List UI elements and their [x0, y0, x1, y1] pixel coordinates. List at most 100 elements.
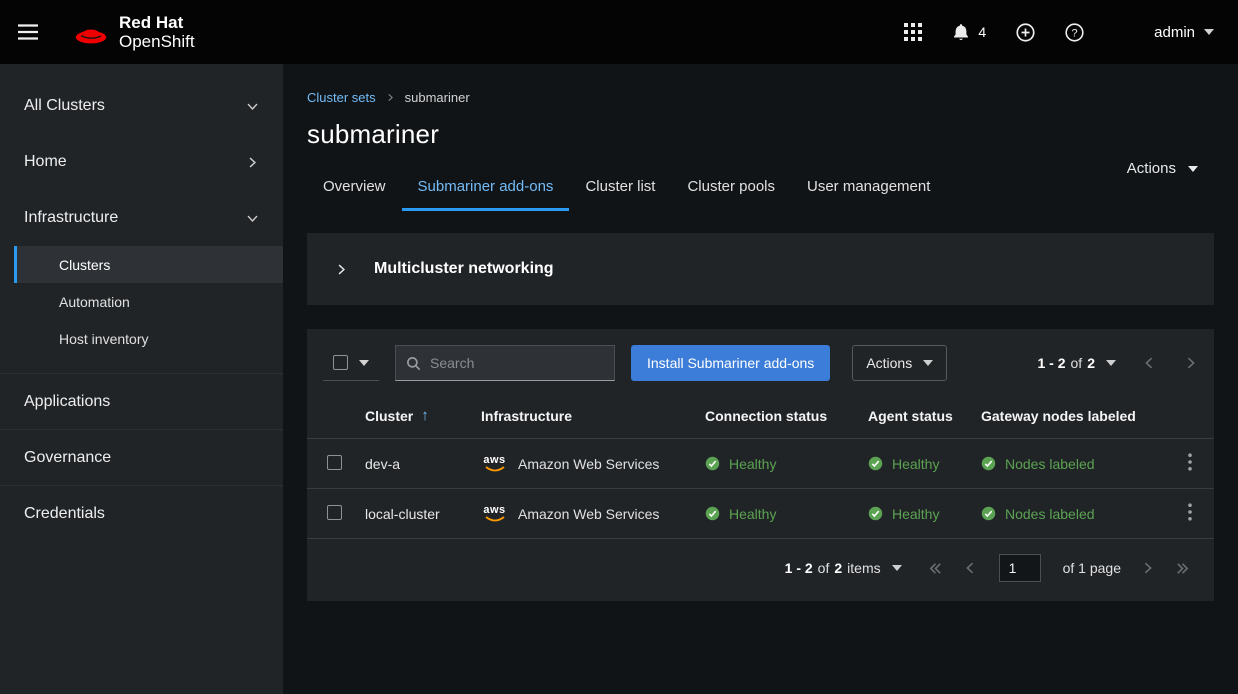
menu-icon	[18, 24, 38, 40]
breadcrumb-current: submariner	[405, 90, 470, 105]
chevron-left-icon	[963, 561, 977, 575]
cluster-context-selector[interactable]: All Clusters	[0, 78, 283, 134]
sidebar: All Clusters Home Infrastructure Cluster…	[0, 64, 283, 694]
toolbar-actions-dropdown[interactable]: Actions	[852, 345, 947, 381]
column-header-gateway-nodes[interactable]: Gateway nodes labeled	[969, 397, 1158, 439]
section-expand-toggle[interactable]	[335, 263, 348, 276]
bell-icon	[952, 23, 970, 41]
bulk-select-checkbox[interactable]	[333, 355, 348, 370]
chevron-right-icon	[246, 156, 259, 169]
chevron-down-icon	[246, 212, 259, 225]
cluster-name[interactable]: local-cluster	[365, 506, 440, 522]
next-page-button[interactable]	[1184, 356, 1198, 370]
success-check-icon	[981, 456, 996, 471]
sidebar-item-clusters[interactable]: Clusters	[14, 246, 283, 283]
breadcrumb-separator-icon	[386, 93, 395, 102]
column-header-cluster[interactable]: Cluster ↑	[353, 397, 469, 439]
multicluster-networking-section: Multicluster networking	[307, 233, 1214, 305]
row-checkbox[interactable]	[327, 455, 342, 470]
prev-page-button[interactable]	[963, 561, 977, 575]
help-button[interactable]: ?	[1065, 23, 1084, 42]
clusters-table: Cluster ↑ Infrastructure Connection stat…	[307, 397, 1214, 539]
caret-down-icon	[1188, 166, 1198, 172]
next-page-button[interactable]	[1141, 561, 1155, 575]
tab-user-management[interactable]: User management	[791, 168, 946, 211]
chevron-left-icon	[1142, 356, 1156, 370]
search-box	[395, 345, 615, 381]
bottom-pagination-menu-toggle[interactable]: 1 - 2 of 2 items	[785, 560, 902, 576]
brand-logo[interactable]: Red Hat OpenShift	[72, 13, 195, 51]
caret-down-icon	[892, 565, 902, 571]
sidebar-item-infrastructure[interactable]: Infrastructure	[0, 190, 283, 246]
first-page-button[interactable]	[928, 561, 943, 576]
tab-submariner-add-ons[interactable]: Submariner add-ons	[402, 168, 570, 211]
user-menu[interactable]: admin	[1154, 24, 1214, 41]
column-header-agent-status[interactable]: Agent status	[856, 397, 969, 439]
app-launcher-button[interactable]	[904, 23, 922, 41]
top-pagination-menu-toggle[interactable]: 1 - 2 of 2	[1038, 355, 1117, 371]
install-submariner-addons-button[interactable]: Install Submariner add-ons	[631, 345, 830, 381]
create-button[interactable]	[1016, 23, 1035, 42]
caret-down-icon	[1106, 360, 1116, 366]
prev-page-button[interactable]	[1142, 356, 1156, 370]
aws-smile-icon	[485, 516, 505, 523]
column-header-checkbox	[307, 397, 353, 439]
plus-circle-icon	[1016, 23, 1035, 42]
kebab-icon	[1188, 453, 1192, 471]
aws-smile-icon	[485, 466, 505, 473]
page-title: submariner	[307, 119, 1214, 150]
last-page-button[interactable]	[1175, 561, 1190, 576]
sidebar-item-applications[interactable]: Applications	[0, 373, 283, 429]
pagination-range: 1 - 2	[1038, 355, 1066, 371]
user-name: admin	[1154, 24, 1195, 41]
cluster-selector-label: All Clusters	[24, 97, 105, 115]
table-row: dev-a aws Amazon Web Services	[307, 439, 1214, 489]
page-count-label: of 1 page	[1063, 560, 1121, 576]
notifications-button[interactable]: 4	[952, 23, 986, 41]
table-toolbar: Install Submariner add-ons Actions 1 - 2…	[307, 329, 1214, 397]
page-actions-dropdown[interactable]: Actions	[1127, 160, 1198, 177]
row-checkbox[interactable]	[327, 505, 342, 520]
svg-text:?: ?	[1072, 27, 1078, 39]
sort-asc-icon: ↑	[421, 407, 429, 424]
gateway-nodes-status: Nodes labeled	[1005, 456, 1095, 472]
infrastructure-label: Amazon Web Services	[518, 506, 659, 522]
cluster-name[interactable]: dev-a	[365, 456, 400, 472]
sidebar-item-host-inventory[interactable]: Host inventory	[14, 320, 283, 357]
app-launcher-icon	[904, 23, 922, 41]
sidebar-item-automation[interactable]: Automation	[14, 283, 283, 320]
breadcrumb-cluster-sets[interactable]: Cluster sets	[307, 90, 376, 105]
brand-line1: Red Hat	[119, 13, 195, 32]
submariner-addons-panel: Install Submariner add-ons Actions 1 - 2…	[307, 329, 1214, 601]
nav-toggle-button[interactable]	[18, 24, 38, 40]
redhat-logo-icon	[72, 18, 110, 47]
tab-overview[interactable]: Overview	[307, 168, 402, 211]
column-header-connection-status[interactable]: Connection status	[693, 397, 856, 439]
column-header-actions	[1158, 397, 1214, 439]
bulk-select-dropdown[interactable]	[323, 345, 379, 381]
chevron-right-icon	[335, 263, 348, 276]
sidebar-item-home[interactable]: Home	[0, 134, 283, 190]
row-kebab-menu[interactable]	[1188, 453, 1192, 471]
section-title: Multicluster networking	[374, 260, 554, 278]
notification-count: 4	[978, 24, 986, 40]
success-check-icon	[868, 506, 883, 521]
sidebar-item-governance[interactable]: Governance	[0, 429, 283, 485]
search-input[interactable]	[430, 355, 611, 371]
column-header-infrastructure[interactable]: Infrastructure	[469, 397, 693, 439]
agent-status: Healthy	[892, 456, 939, 472]
sidebar-item-credentials[interactable]: Credentials	[0, 485, 283, 541]
agent-status: Healthy	[892, 506, 939, 522]
bottom-pagination: 1 - 2 of 2 items of 1 page	[307, 539, 1214, 601]
infrastructure-label: Amazon Web Services	[518, 456, 659, 472]
table-row: local-cluster aws Amazon Web Services	[307, 489, 1214, 539]
pagination-range: 1 - 2	[785, 560, 813, 576]
tab-cluster-pools[interactable]: Cluster pools	[671, 168, 791, 211]
brand-line2: OpenShift	[119, 32, 195, 51]
search-icon	[406, 356, 421, 371]
caret-down-icon	[359, 360, 369, 366]
success-check-icon	[705, 456, 720, 471]
tab-cluster-list[interactable]: Cluster list	[569, 168, 671, 211]
row-kebab-menu[interactable]	[1188, 503, 1192, 521]
current-page-input[interactable]	[999, 554, 1041, 582]
